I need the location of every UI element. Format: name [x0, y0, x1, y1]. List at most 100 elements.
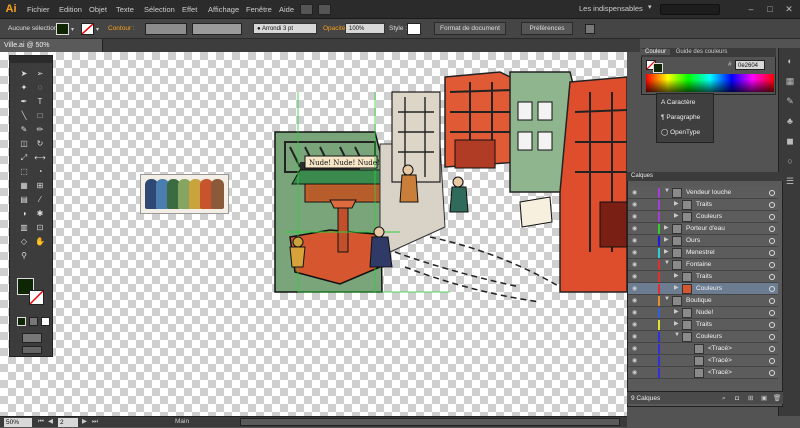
- maximize-icon[interactable]: □: [764, 3, 776, 15]
- menu-texte[interactable]: Texte: [116, 0, 134, 19]
- draw-mode-icon[interactable]: [22, 333, 42, 343]
- target-icon[interactable]: [769, 358, 775, 364]
- eye-icon[interactable]: ◉: [632, 273, 640, 281]
- tab-calques[interactable]: Calques: [631, 173, 653, 179]
- eye-icon[interactable]: ◉: [632, 369, 640, 377]
- expand-triangle-icon[interactable]: ▶: [674, 308, 679, 315]
- layer-name[interactable]: Boutique: [686, 295, 712, 307]
- appearance-icon[interactable]: ○: [783, 154, 797, 168]
- village-illustration[interactable]: Nude! Nude! Nude!: [0, 52, 627, 416]
- layer-name[interactable]: Couleurs: [696, 283, 722, 295]
- eyedropper-icon[interactable]: ⁄: [34, 194, 46, 206]
- arrange-documents-icon[interactable]: [318, 4, 331, 15]
- target-icon[interactable]: [769, 190, 775, 196]
- expand-triangle-icon[interactable]: ▼: [664, 188, 670, 194]
- rectangle-tool-icon[interactable]: □: [34, 110, 46, 122]
- artboard-number-field[interactable]: 2: [58, 418, 78, 427]
- eye-icon[interactable]: ◉: [632, 285, 640, 293]
- layer-row[interactable]: ◉ ▶ Porteur d'eau: [628, 223, 778, 235]
- brush-dropdown[interactable]: ● Arrondi 3 pt: [253, 23, 317, 34]
- menu-fenetre[interactable]: Fenêtre: [246, 0, 272, 19]
- swatches-icon[interactable]: ▦: [783, 74, 797, 88]
- layer-name[interactable]: Nude!: [696, 307, 713, 319]
- expand-triangle-icon[interactable]: ▶: [674, 284, 679, 291]
- locate-object-icon[interactable]: ⌕: [722, 392, 726, 405]
- target-icon[interactable]: [769, 202, 775, 208]
- lasso-icon[interactable]: ◌: [34, 82, 46, 94]
- layer-name[interactable]: Traits: [696, 271, 712, 283]
- variable-width-profile[interactable]: [192, 23, 242, 35]
- menu-affichage[interactable]: Affichage: [208, 0, 239, 19]
- menu-objet[interactable]: Objet: [89, 0, 107, 19]
- nav-last-icon[interactable]: ⏭: [92, 417, 98, 427]
- layer-name[interactable]: Traits: [696, 199, 712, 211]
- close-icon[interactable]: ✕: [783, 3, 795, 15]
- layer-name[interactable]: Couleurs: [696, 211, 722, 223]
- shape-builder-icon[interactable]: ◔: [34, 166, 46, 178]
- eraser-icon[interactable]: ◫: [18, 138, 30, 150]
- eye-icon[interactable]: ◉: [632, 225, 640, 233]
- panel-caractere[interactable]: A Caractère: [661, 96, 695, 110]
- expand-triangle-icon[interactable]: ▶: [664, 248, 669, 255]
- fill-swatch-small[interactable]: [653, 63, 663, 73]
- layer-row[interactable]: ◉ ▶ Traits: [628, 199, 778, 211]
- target-icon[interactable]: [769, 298, 775, 304]
- expand-triangle-icon[interactable]: ▶: [664, 236, 669, 243]
- layer-name[interactable]: Menestrel: [686, 247, 715, 259]
- layer-name[interactable]: Fontaine: [686, 259, 711, 271]
- menu-aide[interactable]: Aide: [279, 0, 294, 19]
- layer-name[interactable]: Couleurs: [696, 331, 722, 343]
- layers-icon[interactable]: ☰: [783, 174, 797, 188]
- horizontal-scrollbar[interactable]: [240, 418, 620, 426]
- graphic-styles-icon[interactable]: ◼: [783, 134, 797, 148]
- expand-triangle-icon[interactable]: ▼: [664, 260, 670, 266]
- expand-triangle-icon[interactable]: ▶: [674, 200, 679, 207]
- symbol-sprayer-icon[interactable]: ✱: [34, 208, 46, 220]
- expand-triangle-icon[interactable]: ▼: [674, 332, 680, 338]
- perspective-grid-icon[interactable]: ▦: [18, 180, 30, 192]
- mesh-icon[interactable]: ⊞: [34, 180, 46, 192]
- align-icon[interactable]: [585, 24, 595, 34]
- free-transform-icon[interactable]: ⬚: [18, 166, 30, 178]
- minimize-icon[interactable]: –: [745, 3, 757, 15]
- eye-icon[interactable]: ◉: [632, 261, 640, 269]
- color-palette-artwork[interactable]: [140, 174, 229, 214]
- symbols-icon[interactable]: ♣: [783, 114, 797, 128]
- eye-icon[interactable]: ◉: [632, 189, 640, 197]
- eye-icon[interactable]: ◉: [632, 213, 640, 221]
- column-graph-icon[interactable]: ▥: [18, 222, 30, 234]
- layer-name[interactable]: Vendeur louche: [686, 187, 731, 199]
- document-setup-button[interactable]: Format de document: [434, 22, 506, 35]
- artboard-canvas[interactable]: Nude! Nude! Nude!: [0, 52, 627, 416]
- stroke-color-box[interactable]: [29, 290, 44, 305]
- menu-edition[interactable]: Edition: [59, 0, 82, 19]
- target-icon[interactable]: [769, 262, 775, 268]
- none-mode-icon[interactable]: [41, 317, 50, 326]
- new-sublayer-icon[interactable]: ⊞: [748, 392, 753, 405]
- hex-input[interactable]: 0e2604: [735, 60, 765, 70]
- workspace-switcher[interactable]: Les indispensables: [579, 4, 643, 13]
- line-tool-icon[interactable]: ╲: [18, 110, 30, 122]
- tab-couleur[interactable]: Couleur: [641, 49, 671, 55]
- paintbrush-icon[interactable]: ✎: [18, 124, 30, 136]
- pencil-icon[interactable]: ✏: [34, 124, 46, 136]
- color-panel-icon[interactable]: ◐: [783, 54, 797, 68]
- opacity-label[interactable]: Opacité: [323, 19, 345, 39]
- slice-icon[interactable]: ◇: [18, 236, 30, 248]
- document-tab[interactable]: Ville.ai @ 50% (RVB/Aperçu)×: [0, 39, 103, 62]
- artboard-tool-icon[interactable]: ⊡: [34, 222, 46, 234]
- scale-icon[interactable]: ⤢: [18, 152, 30, 164]
- search-input[interactable]: [660, 4, 720, 15]
- eye-icon[interactable]: ◉: [632, 309, 640, 317]
- target-icon[interactable]: [769, 214, 775, 220]
- selection-tool-icon[interactable]: ➤: [18, 68, 30, 80]
- brushes-icon[interactable]: ✎: [783, 94, 797, 108]
- nav-next-icon[interactable]: ▶: [82, 417, 87, 427]
- layer-name[interactable]: <Tracé>: [708, 343, 732, 355]
- layer-row[interactable]: ◉ ▶ Nude!: [628, 307, 778, 319]
- layer-name[interactable]: Ours: [686, 235, 700, 247]
- zoom-field[interactable]: 50%: [4, 418, 32, 427]
- layer-row[interactable]: ◉ ▶ Traits: [628, 319, 778, 331]
- nav-first-icon[interactable]: ⏮: [38, 417, 44, 427]
- expand-triangle-icon[interactable]: ▶: [674, 212, 679, 219]
